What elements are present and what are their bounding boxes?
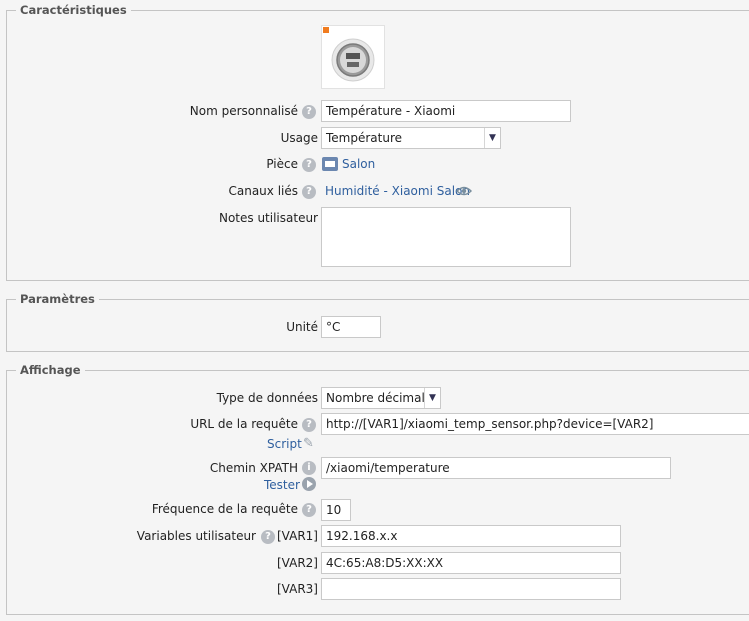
parametres-legend: Paramètres	[16, 292, 99, 306]
unite-label: Unité	[286, 320, 318, 334]
chevron-down-icon: ▼	[424, 388, 440, 408]
url-label: URL de la requête	[190, 417, 298, 431]
tester-link[interactable]: Tester	[264, 478, 300, 492]
canaux-label: Canaux liés	[228, 184, 298, 198]
piece-label: Pièce	[266, 157, 298, 171]
var3-input[interactable]	[321, 578, 621, 600]
var2-label: [VAR2]	[277, 556, 318, 570]
vars-label: Variables utilisateur	[136, 529, 256, 543]
canaux-link[interactable]: Humidité - Xiaomi Salon	[325, 184, 470, 198]
unite-input[interactable]: °C	[321, 316, 381, 338]
freq-label: Fréquence de la requête	[151, 502, 298, 516]
notes-textarea[interactable]	[321, 207, 571, 267]
var1-input[interactable]: 192.168.x.x	[321, 525, 621, 547]
xpath-input[interactable]: /xiaomi/temperature	[321, 457, 671, 479]
type-select-value: Nombre décimal	[326, 391, 425, 405]
usage-select[interactable]: Température ▼	[321, 127, 501, 149]
notes-label: Notes utilisateur	[218, 211, 318, 225]
help-icon[interactable]: ?	[302, 185, 316, 199]
var2-input[interactable]: 4C:65:A8:D5:XX:XX	[321, 552, 621, 574]
help-icon[interactable]: ?	[302, 158, 316, 172]
piece-link[interactable]: Salon	[342, 157, 375, 171]
help-icon[interactable]: ?	[302, 105, 316, 119]
type-select[interactable]: Nombre décimal ▼	[321, 387, 441, 409]
pencil-icon[interactable]: ✎	[303, 437, 314, 451]
help-icon[interactable]: ?	[302, 418, 316, 432]
usage-label: Usage	[280, 131, 318, 145]
room-icon	[322, 157, 338, 171]
affichage-legend: Affichage	[16, 363, 85, 377]
caracteristiques-legend: Caractéristiques	[16, 3, 131, 17]
script-link[interactable]: Script	[267, 437, 302, 451]
type-label: Type de données	[216, 391, 318, 405]
var3-label: [VAR3]	[277, 582, 318, 596]
nom-input[interactable]: Température - Xiaomi	[321, 100, 571, 122]
usage-select-value: Température	[326, 131, 403, 145]
device-image	[321, 25, 385, 89]
url-input[interactable]: http://[VAR1]/xiaomi_temp_sensor.php?dev…	[321, 413, 749, 435]
eye-icon[interactable]	[456, 186, 472, 196]
freq-input[interactable]: 10	[321, 499, 351, 521]
play-icon[interactable]	[302, 477, 316, 491]
var1-label: [VAR1]	[277, 529, 318, 543]
help-icon[interactable]: ?	[302, 503, 316, 517]
thermometer-device-icon	[331, 38, 375, 82]
chevron-down-icon: ▼	[484, 128, 500, 148]
xpath-label: Chemin XPATH	[209, 461, 298, 475]
nom-label: Nom personnalisé	[189, 104, 298, 118]
info-icon[interactable]: i	[302, 461, 316, 475]
help-icon[interactable]: ?	[261, 530, 275, 544]
